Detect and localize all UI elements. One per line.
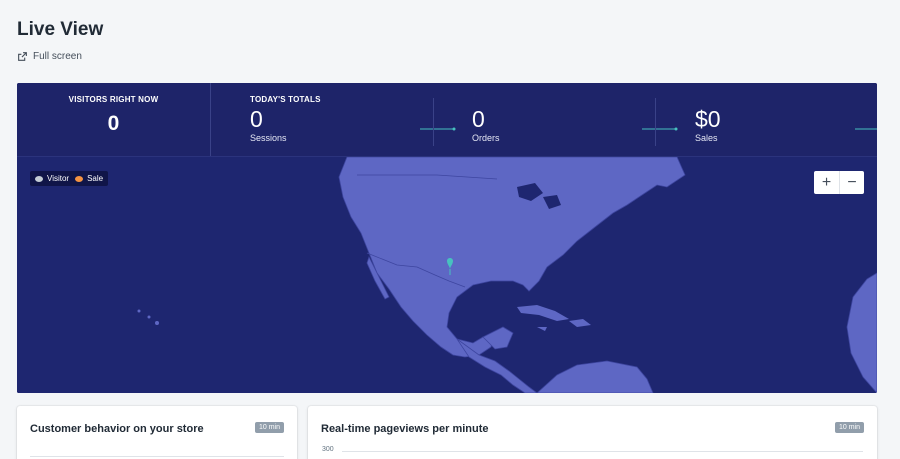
external-link-icon (18, 52, 27, 61)
customer-behavior-title: Customer behavior on your store (30, 423, 204, 435)
visitors-now-stat: VISITORS RIGHT NOW 0 (17, 83, 211, 156)
todays-totals: TODAY'S TOTALS 0 Sessions 0 Orders $0 Sa… (211, 83, 877, 156)
hawaii (147, 315, 151, 319)
page-title: Live View (17, 19, 104, 40)
sessions-label: Sessions (250, 133, 287, 143)
hawaii (155, 321, 159, 325)
pageviews-card: Real-time pageviews per minute 10 min 30… (308, 406, 877, 459)
card-divider (30, 456, 284, 457)
sessions-sparkline (420, 127, 456, 131)
sales-label: Sales (695, 133, 718, 143)
map-legend: Visitor Sale (30, 171, 109, 186)
orders-metric: 0 Orders (472, 107, 678, 147)
legend-visitor-label: Visitor (47, 174, 70, 183)
metric-divider (655, 98, 656, 146)
sessions-metric: 0 Sessions (250, 107, 456, 147)
zoom-controls: + − (814, 171, 864, 194)
orders-sparkline (642, 127, 678, 131)
map-canvas (17, 157, 877, 393)
full-screen-label: Full screen (33, 51, 82, 62)
chart-gridline (342, 451, 863, 452)
pageviews-title: Real-time pageviews per minute (321, 423, 489, 435)
visitors-now-label: VISITORS RIGHT NOW (68, 95, 159, 104)
world-map[interactable]: Visitor Sale + − (17, 157, 877, 393)
live-view-panel: VISITORS RIGHT NOW 0 TODAY'S TOTALS 0 Se… (17, 83, 877, 393)
sales-sparkline (855, 128, 877, 130)
hawaii (137, 309, 141, 313)
orders-label: Orders (472, 133, 500, 143)
customer-behavior-card: Customer behavior on your store 10 min (17, 406, 297, 459)
sales-metric: $0 Sales (695, 107, 877, 147)
sales-value: $0 (695, 106, 721, 132)
visitors-now-value: 0 (107, 112, 120, 135)
y-axis-tick: 300 (322, 446, 334, 453)
zoom-in-button[interactable]: + (814, 171, 839, 194)
metric-divider (433, 98, 434, 146)
stats-bar: VISITORS RIGHT NOW 0 TODAY'S TOTALS 0 Se… (17, 83, 877, 157)
sale-icon (75, 175, 84, 182)
todays-totals-label: TODAY'S TOTALS (250, 95, 321, 104)
zoom-out-button[interactable]: − (839, 171, 864, 194)
eye-icon (35, 175, 43, 182)
time-badge: 10 min (834, 422, 864, 433)
time-badge: 10 min (254, 422, 284, 433)
full-screen-link[interactable]: Full screen (17, 51, 82, 62)
legend-sale-label: Sale (87, 174, 104, 183)
